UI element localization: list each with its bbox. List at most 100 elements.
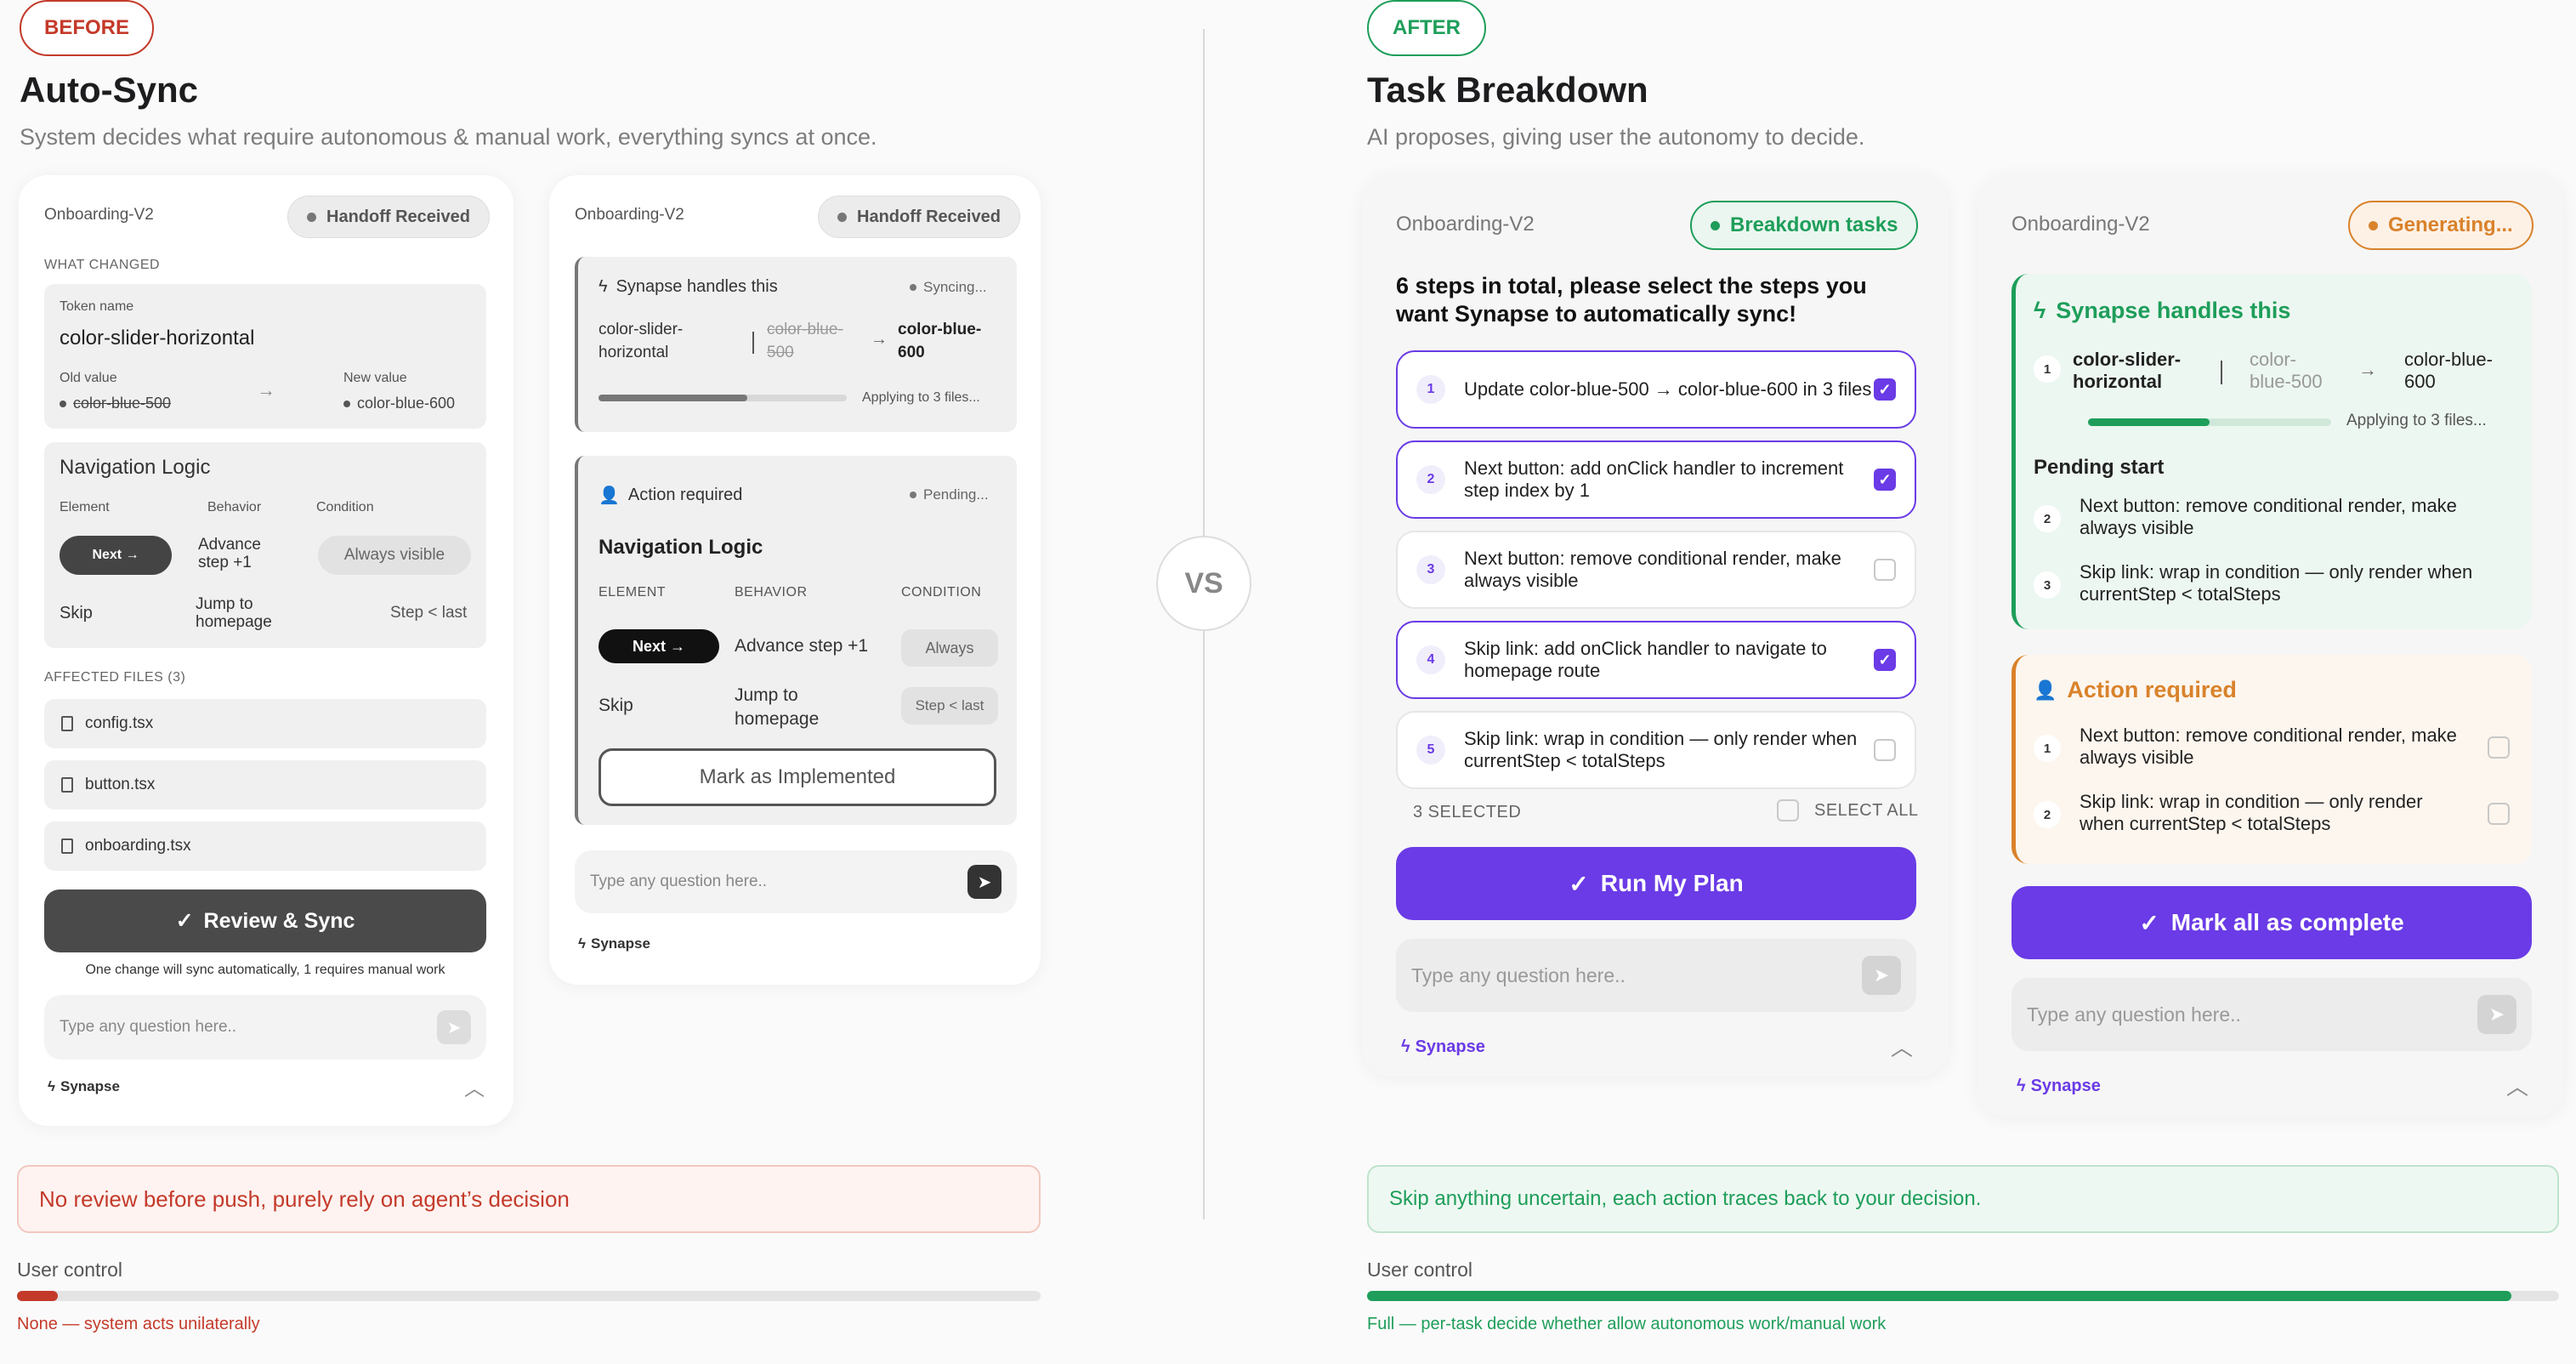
action-item[interactable]: 1 Next button: remove conditional render,… xyxy=(2034,725,2510,769)
synapse-handles-title: ϟ Synapse handles this xyxy=(599,277,778,296)
progress-track xyxy=(599,395,847,401)
user-control-label: User control xyxy=(17,1259,122,1281)
checkbox[interactable] xyxy=(2488,736,2510,759)
affected-files-label: AFFECTED FILES (3) xyxy=(44,670,186,685)
status-badge: Breakdown tasks xyxy=(1690,201,1919,250)
user-icon: 👤 xyxy=(2034,679,2057,701)
checkbox[interactable]: ✓ xyxy=(1874,649,1896,671)
question-input[interactable]: Type any question here.. ➤ xyxy=(1396,939,1916,1012)
send-icon[interactable]: ➤ xyxy=(437,1010,471,1044)
checkbox[interactable]: ✓ xyxy=(1874,469,1896,491)
sync-row: 1 xyxy=(2034,349,2061,383)
synapse-logo-icon: ϟ xyxy=(578,935,586,952)
checkbox[interactable] xyxy=(1777,799,1799,821)
progress-fill xyxy=(2088,418,2210,426)
question-input[interactable]: Type any question here.. ➤ xyxy=(575,850,1017,913)
project-name: Onboarding-V2 xyxy=(1396,213,1535,236)
checkbox[interactable] xyxy=(1874,739,1896,761)
step-item[interactable]: 3 Next button: remove conditional render,… xyxy=(1396,531,1916,609)
selected-count: 3 SELECTED xyxy=(1413,803,1522,821)
arrow-right-icon: → xyxy=(257,379,275,401)
separator xyxy=(752,332,754,354)
synapse-brand: ϟ Synapse xyxy=(578,935,650,952)
check-icon: ✓ xyxy=(175,909,194,933)
before-title: Auto-Sync xyxy=(20,70,198,110)
file-icon xyxy=(61,838,73,854)
new-value: color-blue-600 xyxy=(2404,349,2493,392)
chevron-up-icon[interactable]: ︿ xyxy=(1891,1031,1913,1062)
user-control-label: User control xyxy=(1367,1259,1472,1281)
nav-logic-title: Navigation Logic xyxy=(599,536,763,559)
synapse-logo-icon: ϟ xyxy=(48,1078,55,1094)
user-control-fill xyxy=(17,1291,59,1301)
new-value-label: New value xyxy=(343,371,407,385)
next-chip[interactable]: Next → xyxy=(60,536,172,575)
col-condition: Condition xyxy=(316,500,374,514)
checkbox[interactable] xyxy=(2488,803,2510,825)
send-icon[interactable]: ➤ xyxy=(1862,956,1901,995)
skip-label: Skip xyxy=(60,604,93,622)
col-element: ELEMENT xyxy=(599,585,667,600)
old-value-label: Old value xyxy=(60,371,117,385)
run-my-plan-button[interactable]: ✓ Run My Plan xyxy=(1396,847,1916,920)
sync-note: One change will sync automatically, 1 re… xyxy=(85,963,445,977)
status-badge: Handoff Received xyxy=(287,196,490,238)
check-icon: ✓ xyxy=(1569,870,1589,897)
status-badge: Handoff Received xyxy=(818,196,1020,238)
checkbox[interactable]: ✓ xyxy=(1874,378,1896,401)
old-value: color-blue-500 xyxy=(2250,349,2323,392)
question-input[interactable]: Type any question here.. ➤ xyxy=(2011,978,2532,1051)
new-value: color-blue-600 xyxy=(343,395,455,412)
file-icon xyxy=(61,716,73,731)
progress-fill xyxy=(599,395,748,401)
separator xyxy=(2221,361,2222,384)
send-icon[interactable]: ➤ xyxy=(2477,995,2516,1034)
step-item[interactable]: 5 Skip link: wrap in condition — only ren… xyxy=(1396,711,1916,789)
step-item[interactable]: 4 Skip link: add onClick handler to navig… xyxy=(1396,621,1916,699)
user-control-fill xyxy=(1367,1291,2511,1301)
send-icon[interactable]: ➤ xyxy=(967,865,1001,899)
before-callout: No review before push, purely rely on ag… xyxy=(17,1165,1041,1233)
file-row[interactable]: onboarding.tsx xyxy=(44,821,486,871)
arrow-right-icon: → xyxy=(871,330,888,349)
behavior-value: Jump to homepage xyxy=(735,685,820,729)
synapse-brand: ϟ Synapse xyxy=(1401,1037,1485,1056)
pending-item: 2 Next button: remove conditional render,… xyxy=(2034,495,2510,539)
mark-all-complete-button[interactable]: ✓ Mark all as complete xyxy=(2011,886,2532,959)
next-chip[interactable]: Next → xyxy=(599,629,719,663)
step-item[interactable]: 2 Next button: add onClick handler to inc… xyxy=(1396,440,1916,519)
token-name: color-slider-horizontal xyxy=(2073,349,2182,392)
behavior-value: Advance step +1 xyxy=(735,636,869,656)
action-item[interactable]: 2 Skip link: wrap in condition — only ren… xyxy=(2034,791,2510,835)
action-required-title: 👤 Action required xyxy=(2034,677,2237,702)
steps-heading: 6 steps in total, please select the step… xyxy=(1396,273,1867,327)
before-tag: BEFORE xyxy=(20,0,154,56)
question-input[interactable]: Type any question here.. ➤ xyxy=(44,995,486,1060)
checkbox[interactable] xyxy=(1874,559,1896,581)
project-name: Onboarding-V2 xyxy=(575,206,684,224)
user-control-caption: None — system acts unilaterally xyxy=(17,1315,260,1333)
action-required-title: 👤 Action required xyxy=(599,486,743,505)
select-all[interactable]: SELECT ALL xyxy=(1777,799,1918,821)
mark-implemented-button[interactable]: Mark as Implemented xyxy=(599,748,996,806)
vs-badge: VS xyxy=(1156,536,1251,631)
chevron-up-icon[interactable]: ︿ xyxy=(464,1071,485,1101)
review-sync-button[interactable]: ✓ Review & Sync xyxy=(44,889,486,952)
col-condition: CONDITION xyxy=(901,585,982,600)
condition-chip: Always xyxy=(901,629,998,667)
nav-logic-title: Navigation Logic xyxy=(60,456,211,479)
after-tag: AFTER xyxy=(1367,0,1486,56)
check-icon: ✓ xyxy=(2139,909,2159,936)
chevron-up-icon[interactable]: ︿ xyxy=(2506,1070,2528,1101)
step-item[interactable]: 1 Update color-blue-500 → color-blue-600 … xyxy=(1396,350,1916,429)
col-element: Element xyxy=(60,500,110,514)
user-control-track xyxy=(1367,1291,2559,1301)
after-callout: Skip anything uncertain, each action tra… xyxy=(1367,1165,2559,1233)
user-control-caption: Full — per-task decide whether allow aut… xyxy=(1367,1315,1887,1333)
file-row[interactable]: config.tsx xyxy=(44,699,486,748)
project-name: Onboarding-V2 xyxy=(44,206,154,224)
file-row[interactable]: button.tsx xyxy=(44,760,486,810)
after-subtitle: AI proposes, giving user the autonomy to… xyxy=(1367,124,1865,150)
user-control-track xyxy=(17,1291,1041,1301)
section-label: WHAT CHANGED xyxy=(44,258,161,272)
